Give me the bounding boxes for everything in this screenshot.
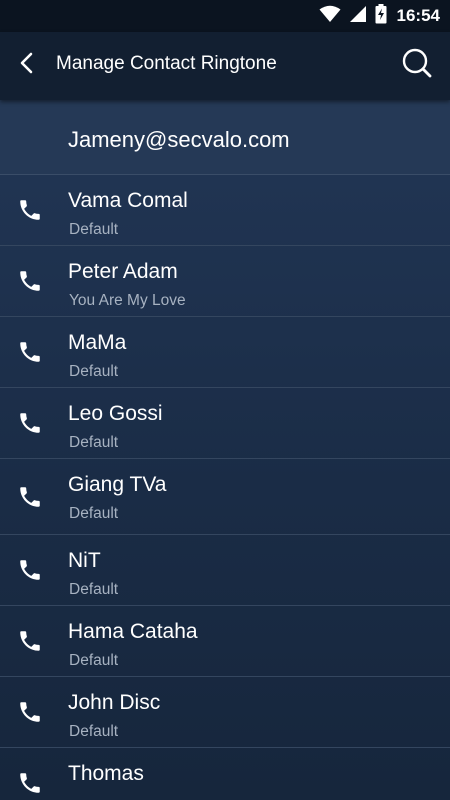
contact-row[interactable]: Giang TVa Default [0,459,450,535]
contact-ringtone: Default [69,434,119,451]
phone-icon [20,200,40,220]
contact-row[interactable]: Peter Adam You Are My Love [0,246,450,317]
phone-icon [20,271,40,291]
phone-icon [20,702,40,722]
contact-ringtone: Default [69,652,119,669]
phone-icon [20,560,40,580]
status-bar: 16:54 [0,0,450,32]
contact-row[interactable]: Hama Cataha Default [0,606,450,677]
phone-icon [20,486,40,507]
app-bar: Manage Contact Ringtone [0,32,450,100]
phone-icon [20,631,40,651]
contact-name: Hama Cataha [68,620,198,643]
contact-name: Leo Gossi [68,402,163,425]
status-time: 16:54 [396,6,440,25]
contact-name: John Disc [68,691,161,714]
phone-icon [20,342,40,362]
search-button[interactable] [400,48,434,82]
account-email: Jameny@secvalo.com [68,127,290,152]
battery-charging-icon [375,3,387,29]
contact-name: Giang TVa [68,473,167,496]
contact-row[interactable]: Thomas [0,748,450,800]
contact-ringtone: Default [69,581,119,598]
contact-name: Vama Comal [68,189,188,212]
contact-ringtone: Default [69,723,119,740]
contact-ringtone: You Are My Love [69,292,186,309]
contact-name: MaMa [68,331,127,354]
phone-icon [20,773,40,793]
contact-row[interactable]: John Disc Default [0,677,450,748]
contact-list[interactable]: Vama Comal Default Peter Adam You Are My… [0,175,450,800]
back-button[interactable] [12,50,42,80]
back-arrow-icon [19,51,35,80]
contact-name: NiT [68,549,101,572]
status-icons: 16:54 [319,0,440,32]
phone-icon [20,413,40,433]
contact-ringtone: Default [69,505,119,522]
wifi-icon [319,5,341,28]
contact-name: Peter Adam [68,260,178,283]
contact-ringtone: Default [69,221,119,238]
contact-row[interactable]: MaMa Default [0,317,450,388]
contact-ringtone: Default [69,363,119,380]
account-row[interactable]: Jameny@secvalo.com [0,100,450,175]
page-title: Manage Contact Ringtone [56,53,277,74]
contact-name: Thomas [68,762,144,785]
contact-row[interactable]: NiT Default [0,535,450,606]
cell-signal-icon [349,5,367,28]
search-icon [401,47,433,84]
contact-row[interactable]: Vama Comal Default [0,175,450,246]
contact-row[interactable]: Leo Gossi Default [0,388,450,459]
